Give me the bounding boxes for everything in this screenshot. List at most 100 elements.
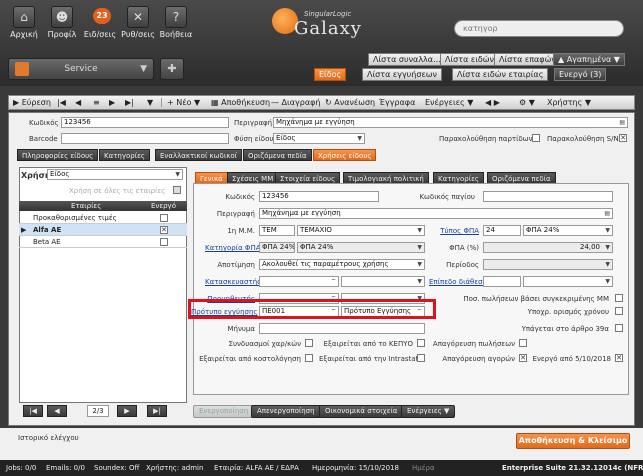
nav-prev-button[interactable]: ◀ — [75, 96, 81, 109]
vat-category-code-field[interactable]: ΦΠΑ 24% — [259, 242, 295, 253]
table-row[interactable]: ▶ Alfa AE ✕ — [19, 224, 187, 236]
settings-button[interactable]: ✕ Ρυθ/σεις — [120, 6, 156, 50]
text-editor-icon[interactable]: ▤ — [619, 118, 625, 127]
nav-next-button[interactable]: ▶ — [109, 96, 115, 109]
tab-active-count[interactable]: Ενεργό (3) — [554, 68, 607, 81]
global-search-input[interactable]: κατηγορ — [454, 20, 624, 37]
nav-last-button[interactable]: ▶| — [125, 96, 134, 109]
pager-prev-button[interactable]: ◀ — [47, 405, 67, 417]
refresh-button[interactable]: ↻ Ανανέωση — [325, 96, 375, 109]
nature-select[interactable]: Είδος ▼ — [273, 133, 365, 144]
user-button[interactable]: Χρήστης ▼ — [547, 96, 591, 109]
nav-down-button[interactable]: ▼ — [147, 96, 153, 109]
general-code-field[interactable]: 123456 — [259, 191, 379, 202]
profile-button[interactable]: ☻ Προφίλ — [44, 6, 80, 50]
tab-categories[interactable]: Κατηγορίες — [99, 149, 150, 161]
vat-type-select[interactable]: ΦΠΑ 24% ▼ — [523, 225, 613, 236]
pager-first-button[interactable]: |◀ — [23, 405, 43, 417]
vat-type-link[interactable]: Τύπος ΦΠΑ — [429, 227, 479, 235]
delete-button[interactable]: — Διαγραφή — [271, 96, 320, 109]
table-row[interactable]: Προκαθορισμένες τιμές — [19, 212, 187, 224]
tab-company-items-list[interactable]: Λίστα ειδών εταιρίας — [452, 68, 549, 81]
mm1-select[interactable]: ΤΕΜΑΧΙΟ ▼ — [297, 225, 425, 236]
notifications-button[interactable]: 23 Ειδ/σεις — [82, 6, 118, 50]
combined-attributes-checkbox[interactable] — [305, 339, 313, 347]
tab-items-list[interactable]: Λίστα ειδών — [440, 53, 499, 66]
active-checkbox[interactable] — [160, 214, 168, 222]
active-since-checkbox[interactable]: ✕ — [615, 354, 623, 362]
description-field[interactable]: Μηχάνημα με εγγύηση ▤ — [273, 117, 628, 128]
financial-data-button[interactable]: Οικονομικά στοιχεία — [319, 405, 404, 418]
tab-contacts-list[interactable]: Λίστα επαφών — [494, 53, 561, 66]
price-level-code-field[interactable] — [483, 276, 521, 287]
tab-custom-fields[interactable]: Οριζόμενα πεδία — [243, 149, 312, 161]
tab-item-uses[interactable]: Χρήσεις είδους — [313, 149, 377, 161]
period-select[interactable]: ▼ — [483, 259, 613, 270]
prev-record-button[interactable]: ◀ ▶ — [485, 96, 500, 109]
tab-item[interactable]: Είδος — [314, 68, 347, 81]
nav-list-button[interactable]: ≡ — [93, 96, 100, 109]
deactivate-button[interactable]: Απενεργοποίηση — [251, 405, 321, 418]
general-description-field[interactable]: Μηχάνημα με εγγύηση ▤ — [259, 208, 613, 219]
table-row[interactable]: Beta AE — [19, 236, 187, 248]
gear-button[interactable]: ⚙ ▼ — [519, 96, 535, 109]
new-button[interactable]: + Νέο ▼ — [167, 96, 200, 109]
vat-type-code-field[interactable]: 24 — [483, 225, 521, 236]
bottom-actions-button[interactable]: Ενέργειες ▼ — [401, 405, 456, 418]
active-checkbox[interactable] — [160, 238, 168, 246]
code-field[interactable]: 123456 — [61, 117, 229, 128]
actions-button[interactable]: Ενέργειες ▼ — [425, 96, 473, 109]
time-required-checkbox[interactable] — [615, 307, 623, 315]
manufacturer-select[interactable]: ▼ — [341, 276, 425, 287]
activate-button[interactable]: Ενεργοποίηση — [193, 405, 255, 418]
asset-code-field[interactable] — [483, 191, 613, 202]
message-field[interactable] — [259, 323, 425, 334]
active-checkbox[interactable]: ✕ — [160, 226, 168, 234]
price-level-link[interactable]: Επίπεδο διάθεσης — [429, 278, 491, 286]
art39-checkbox[interactable] — [615, 324, 623, 332]
nav-first-button[interactable]: |◀ — [57, 96, 66, 109]
track-serial-checkbox[interactable]: ✕ — [619, 134, 627, 142]
tab-alternative-codes[interactable]: Εναλλακτικοί κωδικοί — [155, 149, 242, 161]
costing-exempt-label: Εξαιρείται από κοστολόγηση — [199, 355, 301, 363]
pager-position[interactable]: 2/3 — [87, 405, 109, 417]
kepyo-checkbox[interactable] — [417, 339, 425, 347]
vat-category-link[interactable]: Κατηγορία ΦΠΑ — [205, 244, 261, 252]
usage-select[interactable]: Είδος ▼ — [47, 169, 183, 180]
barcode-field[interactable] — [61, 133, 229, 144]
sales-percent-checkbox[interactable] — [615, 294, 623, 302]
price-level-select[interactable]: ▼ — [523, 276, 613, 287]
save-and-close-button[interactable]: Αποθήκευση & Κλείσιμο — [516, 433, 630, 449]
documents-button[interactable]: Έγγραφα — [379, 96, 415, 109]
status-jobs: Jobs: 0/0 — [6, 464, 37, 472]
home-button[interactable]: ⌂ Αρχική — [6, 6, 42, 50]
all-companies-checkbox[interactable] — [173, 186, 181, 194]
vat-category-select[interactable]: ΦΠΑ 24% ▼ — [297, 242, 425, 253]
manufacturer-code-field[interactable]: ··· — [259, 276, 339, 287]
tab-transactions-list[interactable]: Λίστα συναλλα... — [368, 53, 446, 66]
lookup-dots-icon[interactable]: ··· — [331, 277, 336, 285]
save-button[interactable]: ▦ Αποθήκευση — [211, 96, 270, 109]
sales-ban-checkbox[interactable] — [519, 339, 527, 347]
pager-next-button[interactable]: ▶ — [117, 405, 137, 417]
service-selector[interactable]: Service ▼ — [8, 58, 154, 80]
manufacturer-link[interactable]: Κατασκευαστής — [205, 278, 261, 286]
costing-exempt-checkbox[interactable] — [305, 354, 313, 362]
tab-item-info[interactable]: Πληροφορίες είδους — [17, 149, 99, 161]
vat-percent-field[interactable]: 24,00 ▼ — [483, 242, 613, 253]
search-button[interactable]: ▶ Εύρεση — [13, 96, 51, 109]
toolbar-divider — [161, 98, 162, 107]
intrastat-exempt-checkbox[interactable] — [417, 354, 425, 362]
documents-label: Έγγραφα — [379, 98, 416, 107]
track-lots-checkbox[interactable] — [532, 134, 540, 142]
tab-favorites[interactable]: ▲ Αγαπημένα ▼ — [553, 53, 625, 66]
purchase-ban-checkbox[interactable]: ✕ — [519, 354, 527, 362]
audit-history-link[interactable]: Ιστορικό ελέγχου — [18, 434, 79, 442]
puzzle-button[interactable]: ✚ — [160, 58, 184, 80]
pager-last-button[interactable]: ▶| — [147, 405, 167, 417]
text-editor-icon[interactable]: ▤ — [604, 209, 610, 218]
valuation-select[interactable]: Ακολουθεί τις παραμέτρους χρήσης ▼ — [259, 259, 425, 270]
help-button[interactable]: ? Βοήθεια — [158, 6, 194, 50]
mm1-code-field[interactable]: ΤΕΜ — [259, 225, 295, 236]
tab-warranties-list[interactable]: Λίστα εγγυήσεων — [362, 68, 442, 81]
